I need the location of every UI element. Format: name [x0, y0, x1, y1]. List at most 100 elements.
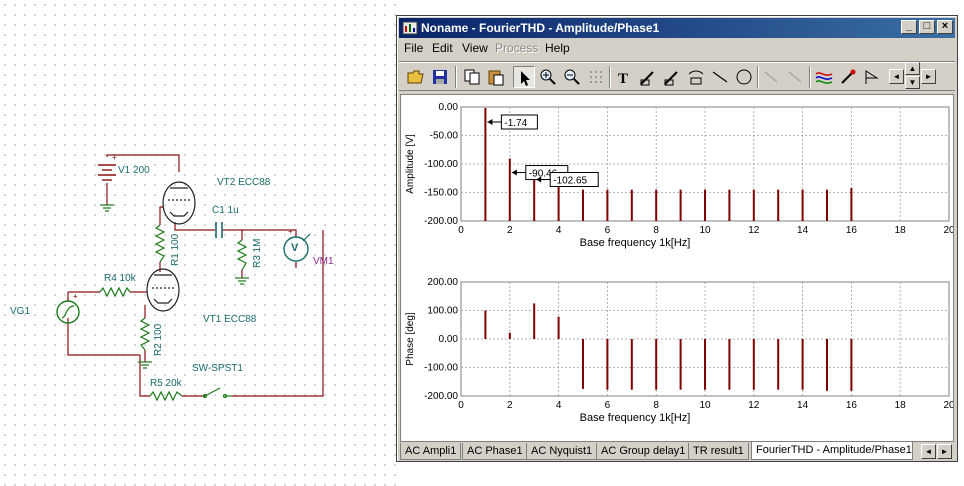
- line-tool-button[interactable]: [709, 66, 731, 88]
- maximize-button[interactable]: □: [919, 20, 935, 34]
- paste-icon: [488, 70, 504, 86]
- toolbar-separator: [455, 66, 457, 88]
- minimize-button[interactable]: _: [901, 20, 917, 34]
- flag-icon: [865, 70, 879, 84]
- open-button[interactable]: [405, 66, 427, 88]
- spectral-bar: [484, 107, 487, 221]
- voltmeter-symbol: V: [291, 242, 299, 254]
- annotation-label: -1.74: [504, 118, 527, 129]
- annotate-button-2[interactable]: [661, 66, 683, 88]
- spectral-bar: [777, 339, 780, 390]
- label-r3: R3 1M: [252, 238, 263, 268]
- spectral-bar: [508, 332, 511, 339]
- save-button[interactable]: [429, 66, 451, 88]
- spectral-bar: [752, 189, 755, 221]
- tab-ac-ampli[interactable]: AC Ampli1: [400, 443, 462, 460]
- tab-ac-phase[interactable]: AC Phase1: [462, 443, 528, 460]
- annotation-label: -102.65: [553, 176, 587, 187]
- label-r1: R1 100: [170, 233, 181, 266]
- save-icon: [433, 70, 447, 84]
- spectral-bar: [826, 339, 828, 391]
- x-tick-label: 10: [699, 225, 711, 236]
- spectral-bar: [630, 339, 633, 390]
- grid-button[interactable]: [585, 66, 607, 88]
- schematic-wires: + + +: [56, 153, 324, 402]
- menu-edit[interactable]: Edit: [432, 41, 453, 55]
- toolbar-separator: [609, 66, 611, 88]
- tab-ac-nyquist[interactable]: AC Nyquist1: [526, 443, 598, 460]
- tab-scroll-left[interactable]: ◄: [921, 444, 936, 459]
- cursor-a-button[interactable]: [761, 66, 783, 88]
- svg-text:+: +: [288, 227, 293, 236]
- cursor-b-icon: [788, 71, 802, 83]
- label-r2: R2 100: [153, 323, 164, 356]
- y-tick-label: -200.00: [424, 216, 458, 227]
- label-vm1: VM1: [313, 256, 334, 267]
- menu-file[interactable]: File: [404, 41, 423, 55]
- x-tick-label: 0: [458, 400, 464, 411]
- text-tool-button[interactable]: T: [613, 66, 635, 88]
- spectral-bar: [557, 316, 560, 339]
- schematic-canvas[interactable]: + + + V1 200 VT2 ECC88 C1 1u R1 100 R3 1…: [0, 0, 396, 486]
- spectral-bar: [557, 186, 560, 221]
- y-tick-label: -200.00: [424, 391, 458, 402]
- tab-ac-group-delay[interactable]: AC Group delay1: [596, 443, 691, 460]
- tab-tr-result[interactable]: TR result1: [688, 443, 749, 460]
- x-tick-label: 14: [797, 225, 809, 236]
- zoom-100-icon: [564, 69, 580, 85]
- circle-tool-button[interactable]: [733, 66, 755, 88]
- y-tick-label: -100.00: [424, 363, 458, 374]
- result-tab-bar: AC Ampli1 AC Phase1 AC Nyquist1 AC Group…: [400, 442, 954, 461]
- toolbar-scroll-up[interactable]: ▲: [905, 62, 920, 75]
- copy-button[interactable]: [461, 66, 483, 88]
- x-axis-label: Base frequency 1k[Hz]: [580, 237, 691, 249]
- y-axis-label: Phase [deg]: [405, 312, 416, 366]
- label-r5: R5 20k: [150, 378, 182, 389]
- spectral-bar: [679, 339, 682, 390]
- toolbar-separator: [809, 66, 811, 88]
- chart-area[interactable]: 0 2 4 6 8 10 12 14 16 18 20 0.00 -50.00 -100.00 -150.0…: [400, 94, 954, 442]
- toolbar-scroll-down[interactable]: ▼: [905, 76, 920, 89]
- title-bar[interactable]: Noname - FourierTHD - Amplitude/Phase1 _…: [399, 18, 955, 38]
- x-tick-label: 16: [846, 225, 858, 236]
- x-tick-label: 0: [458, 225, 464, 236]
- tab-fourier-thd[interactable]: FourierTHD - Amplitude/Phase1: [751, 442, 913, 460]
- x-tick-label: 6: [605, 225, 611, 236]
- zoom-in-button[interactable]: [537, 66, 559, 88]
- x-tick-label: 10: [699, 400, 711, 411]
- paste-button[interactable]: [485, 66, 507, 88]
- y-tick-label: -150.00: [424, 188, 458, 199]
- zoom-100-button[interactable]: [561, 66, 583, 88]
- menu-process[interactable]: Process: [495, 41, 538, 55]
- curves-button[interactable]: [813, 66, 835, 88]
- spectral-bar: [728, 339, 731, 390]
- spectral-bar: [582, 189, 584, 221]
- cursor-b-button[interactable]: [785, 66, 807, 88]
- flag-button[interactable]: [861, 66, 883, 88]
- y-tick-label: -100.00: [424, 159, 458, 170]
- label-vt1: VT1 ECC88: [203, 314, 257, 325]
- y-axis-label: Amplitude [V]: [405, 134, 416, 194]
- draw-line-icon: [688, 70, 704, 85]
- menu-view[interactable]: View: [462, 41, 488, 55]
- annotate-button-3[interactable]: [685, 66, 707, 88]
- x-tick-label: 16: [846, 400, 858, 411]
- probe-button[interactable]: [837, 66, 859, 88]
- toolbar-scroll-left[interactable]: ◄: [889, 69, 904, 84]
- spectral-bar: [679, 189, 682, 221]
- x-tick-label: 8: [653, 400, 659, 411]
- close-button[interactable]: ×: [937, 20, 953, 34]
- svg-text:+: +: [112, 153, 117, 162]
- toolbar-scroll-right[interactable]: ►: [921, 69, 936, 84]
- x-tick-label: 6: [605, 400, 611, 411]
- select-tool-button[interactable]: [513, 66, 535, 88]
- spectral-bar: [606, 339, 609, 390]
- tab-scroll-right[interactable]: ►: [937, 444, 952, 459]
- annotate-button-1[interactable]: [637, 66, 659, 88]
- menu-help[interactable]: Help: [545, 41, 570, 55]
- y-tick-label: 0.00: [439, 334, 459, 345]
- pencil-icon: [640, 71, 654, 86]
- svg-text:T: T: [618, 71, 628, 86]
- spectral-bar: [582, 339, 584, 389]
- waveform-icon: [815, 72, 833, 84]
